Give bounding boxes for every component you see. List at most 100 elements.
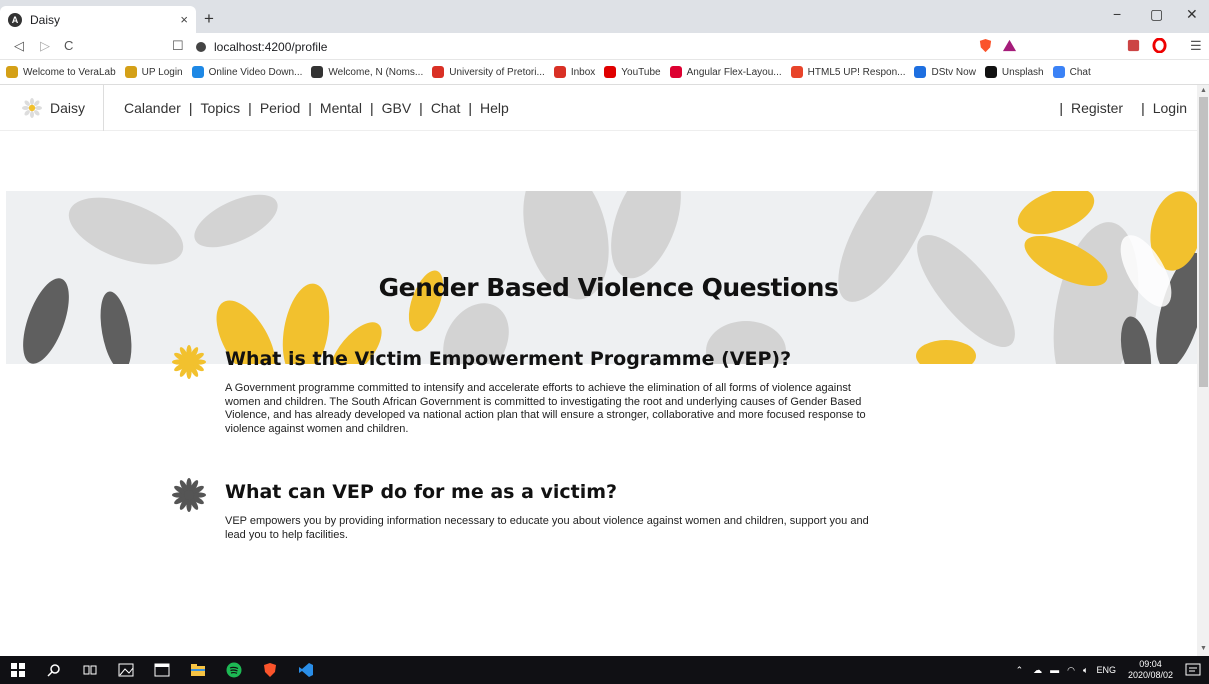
bookmark-item[interactable]: Angular Flex-Layou... xyxy=(669,66,782,78)
answer-text-line: women and children. The South African Go… xyxy=(225,395,862,408)
browser-menu-icon[interactable]: ☰ xyxy=(1190,38,1202,54)
bookmark-label: DStv Now xyxy=(931,66,976,78)
minimize-button[interactable]: − xyxy=(1113,6,1121,22)
bookmark-label: Inbox xyxy=(570,66,596,78)
system-tray: ⌃ ☁ ▬ ◠ 🔈︎ ENG 09:04 2020/08/02 xyxy=(1016,656,1173,684)
address-bar[interactable]: localhost:4200/profile xyxy=(196,36,1026,57)
notification-center-icon[interactable] xyxy=(1185,662,1201,678)
opera-extension-icon[interactable] xyxy=(1152,38,1167,53)
vscode-icon[interactable] xyxy=(288,656,324,684)
scroll-down-icon[interactable]: ▼ xyxy=(1200,645,1207,652)
nav-link-mental[interactable]: Mental xyxy=(320,100,362,116)
bookmark-favicon-icon xyxy=(914,66,927,78)
hero-banner: Gender Based Violence Questions xyxy=(6,191,1197,364)
nav-link-gbv[interactable]: GBV xyxy=(382,100,412,116)
nav-separator: | xyxy=(369,99,374,116)
login-link[interactable]: Login xyxy=(1153,100,1187,116)
answer-text-line: VEP empowers you by providing informatio… xyxy=(225,515,869,527)
bookmark-item[interactable]: UP Login xyxy=(124,66,183,78)
bookmark-item[interactable]: Welcome to VeraLab xyxy=(6,66,116,78)
bookmark-item[interactable]: Unsplash xyxy=(984,66,1044,78)
site-info-icon[interactable] xyxy=(196,41,206,52)
nav-link-calander[interactable]: Calander xyxy=(124,100,181,116)
bookmark-item[interactable]: Online Video Down... xyxy=(191,66,302,78)
page-content: Daisy Calander | Topics | Period | Mental | GBV |… xyxy=(0,85,1197,656)
clock-time: 09:04 xyxy=(1139,659,1162,669)
auth-links: | Register | Login xyxy=(1041,85,1187,131)
bookmark-item[interactable]: Inbox xyxy=(553,66,596,78)
browser-toolbar: ◁ ▷ C ☐ localhost:4200/profile ☰ xyxy=(0,33,1209,60)
answer-text-line: violence against women and children. xyxy=(225,422,409,435)
bookmark-item[interactable]: Welcome, N (Noms... xyxy=(311,66,423,78)
bookmark-favicon-icon xyxy=(311,66,324,78)
bookmark-favicon-icon xyxy=(191,66,204,78)
bookmark-label: Chat xyxy=(1069,66,1091,78)
bookmark-item[interactable]: University of Pretori... xyxy=(432,66,545,78)
bookmark-label: Unsplash xyxy=(1001,66,1044,78)
register-link[interactable]: Register xyxy=(1071,100,1123,116)
scrollbar-thumb[interactable] xyxy=(1199,97,1208,387)
url-text: localhost:4200/profile xyxy=(214,39,328,54)
auth-separator: | xyxy=(1141,100,1145,116)
brand-name: Daisy xyxy=(50,99,86,116)
nav-separator: | xyxy=(188,99,193,116)
page-scrollbar[interactable]: ▲ ▼ xyxy=(1197,85,1209,656)
spotify-icon[interactable] xyxy=(216,656,252,684)
maximize-button[interactable]: ▢ xyxy=(1150,6,1163,23)
daisy-logo-icon xyxy=(22,97,42,118)
tab-close-icon[interactable]: × xyxy=(180,12,188,27)
brave-rewards-icon[interactable] xyxy=(1002,38,1017,53)
bookmark-item[interactable]: YouTube xyxy=(604,66,661,78)
close-window-button[interactable]: ✕ xyxy=(1186,6,1198,23)
forward-button[interactable]: ▷ xyxy=(40,38,50,54)
bookmark-favicon-icon xyxy=(6,66,18,78)
tab-title: Daisy xyxy=(30,12,61,27)
volume-icon[interactable]: 🔈︎ xyxy=(1083,665,1088,676)
new-tab-button[interactable]: + xyxy=(204,9,214,29)
browser-tab-bar: A Daisy × + − ▢ ✕ xyxy=(0,0,1209,33)
photos-app-icon[interactable] xyxy=(108,656,144,684)
bookmark-label: University of Pretori... xyxy=(449,66,545,78)
brand[interactable]: Daisy xyxy=(0,85,105,131)
brave-shield-icon[interactable] xyxy=(978,38,993,53)
clock[interactable]: 09:04 2020/08/02 xyxy=(1128,659,1173,681)
nav-link-period[interactable]: Period xyxy=(260,100,300,116)
hero-title: Gender Based Violence Questions xyxy=(378,273,839,302)
file-explorer-icon[interactable] xyxy=(180,656,216,684)
answer-text-line: A Government programme committed to inte… xyxy=(225,382,851,394)
daisy-flower-icon xyxy=(172,345,206,379)
nav-link-chat[interactable]: Chat xyxy=(431,100,461,116)
browser-tab[interactable]: A Daisy × xyxy=(0,6,196,33)
bookmark-item[interactable]: DStv Now xyxy=(914,66,976,78)
bookmark-favicon-icon xyxy=(984,66,997,78)
wifi-icon[interactable]: ◠ xyxy=(1067,665,1075,676)
pdf-extension-icon[interactable] xyxy=(1126,38,1141,53)
language-indicator[interactable]: ENG xyxy=(1096,665,1116,675)
brave-browser-icon[interactable] xyxy=(252,656,288,684)
bookmark-icon[interactable]: ☐ xyxy=(172,38,184,54)
search-icon[interactable] xyxy=(36,656,72,684)
bookmark-item[interactable]: HTML5 UP! Respon... xyxy=(790,66,905,78)
bookmark-favicon-icon xyxy=(553,66,566,78)
question-item: What can VEP do for me as a victim? VEP e… xyxy=(172,478,972,578)
task-view-icon[interactable] xyxy=(72,656,108,684)
scroll-up-icon[interactable]: ▲ xyxy=(1200,87,1207,94)
clock-date: 2020/08/02 xyxy=(1127,670,1173,680)
nav-separator: | xyxy=(419,99,423,116)
answer-text-line: lead you to help facilities. xyxy=(225,528,348,541)
bookmark-item[interactable]: Chat xyxy=(1052,66,1091,78)
nav-link-help[interactable]: Help xyxy=(480,100,509,116)
bookmark-label: Welcome, N (Noms... xyxy=(328,66,424,78)
window-app-icon[interactable] xyxy=(144,656,180,684)
bookmark-label: UP Login xyxy=(141,66,183,78)
back-button[interactable]: ◁ xyxy=(14,38,24,54)
cloud-icon[interactable]: ☁ xyxy=(1033,665,1042,676)
daisy-flower-icon xyxy=(172,478,206,512)
chevron-up-icon[interactable]: ⌃ xyxy=(1016,665,1024,676)
windows-start-icon[interactable] xyxy=(0,656,36,684)
reload-button[interactable]: C xyxy=(64,38,73,53)
nav-link-topics[interactable]: Topics xyxy=(200,100,240,116)
bookmark-favicon-icon xyxy=(124,66,137,78)
battery-icon[interactable]: ▬ xyxy=(1050,665,1059,675)
bookmark-label: YouTube xyxy=(621,66,661,78)
